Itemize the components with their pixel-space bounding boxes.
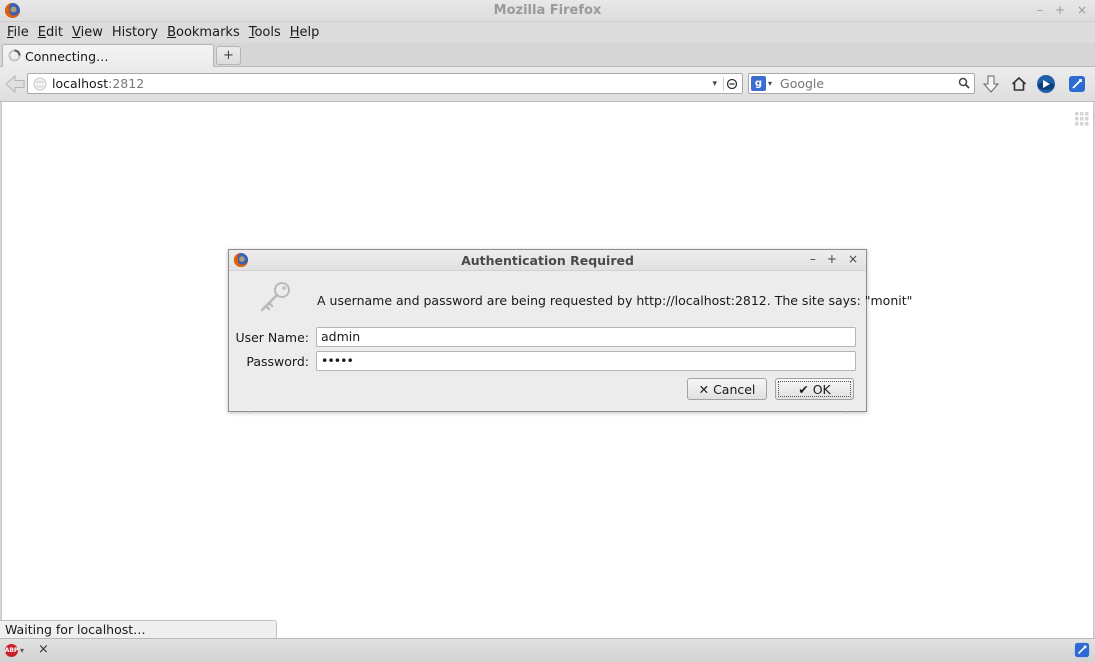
dialog-controls: – + × — [810, 252, 858, 266]
window-titlebar: Mozilla Firefox – + × — [0, 0, 1095, 22]
dialog-maximize-button[interactable]: + — [827, 252, 837, 266]
menu-tools[interactable]: Tools — [246, 25, 287, 40]
password-field[interactable]: ••••• — [316, 351, 856, 371]
close-button[interactable]: × — [1077, 3, 1087, 17]
site-identity-icon[interactable] — [33, 77, 47, 91]
cancel-button[interactable]: ✕ Cancel — [687, 378, 767, 400]
xmarks-icon — [1037, 75, 1055, 93]
username-label: User Name: — [235, 330, 309, 345]
dialog-minimize-button[interactable]: – — [810, 252, 816, 266]
adblock-icon: ABP — [5, 644, 18, 657]
addon-bar: ABP ▾ × — [0, 638, 1095, 662]
check-icon: ✔ — [798, 381, 809, 397]
tab-strip: Connecting… + — [0, 43, 1095, 68]
dialog-titlebar: Authentication Required – + × — [229, 250, 866, 271]
dialog-title: Authentication Required — [461, 253, 634, 268]
dialog-footer-edge — [249, 411, 847, 413]
ok-button[interactable]: ✔ OK — [775, 378, 854, 400]
dialog-message: A username and password are being reques… — [317, 293, 913, 308]
menu-history[interactable]: History — [109, 25, 164, 40]
sync-button[interactable] — [1067, 74, 1087, 94]
menu-bookmarks[interactable]: Bookmarks — [164, 25, 246, 40]
download-icon — [983, 75, 999, 93]
grid-icon[interactable] — [1075, 112, 1089, 130]
maximize-button[interactable]: + — [1055, 3, 1065, 17]
downloads-button[interactable] — [981, 74, 1001, 94]
minimize-button[interactable]: – — [1037, 3, 1043, 17]
menu-help[interactable]: Help — [287, 25, 326, 40]
auth-dialog: Authentication Required – + × A username… — [228, 249, 912, 413]
navigation-toolbar: localhost:2812 ▾ g ▾ — [0, 67, 1095, 102]
engine-dropdown-icon[interactable]: ▾ — [768, 79, 772, 88]
status-text: Waiting for localhost… — [0, 620, 277, 639]
addon-bar-close-button[interactable]: × — [38, 642, 49, 657]
xmarks-button[interactable] — [1036, 74, 1056, 94]
menu-file[interactable]: File — [4, 25, 35, 40]
search-go-button[interactable] — [958, 77, 970, 93]
search-input[interactable] — [780, 76, 951, 91]
adblock-button[interactable]: ABP ▾ — [5, 644, 24, 657]
adblock-dropdown-icon[interactable]: ▾ — [20, 646, 24, 655]
home-button[interactable] — [1009, 74, 1029, 94]
magnifier-icon — [958, 77, 970, 89]
url-text[interactable]: localhost:2812 — [52, 76, 712, 91]
menu-edit[interactable]: Edit — [35, 25, 69, 40]
sync-icon — [1074, 642, 1090, 658]
tab-label: Connecting… — [25, 49, 109, 64]
window-controls: – + × — [1037, 3, 1087, 17]
dialog-close-button[interactable]: × — [848, 252, 858, 266]
key-icon — [257, 280, 293, 318]
google-icon[interactable]: g — [751, 76, 766, 91]
window-title: Mozilla Firefox — [493, 3, 602, 18]
reload-icon — [726, 78, 738, 89]
back-arrow-icon — [5, 74, 25, 94]
x-icon: ✕ — [698, 381, 710, 397]
sync-icon — [1069, 76, 1085, 92]
tab-active[interactable]: Connecting… — [2, 44, 214, 68]
url-history-dropdown[interactable]: ▾ — [712, 79, 717, 89]
home-icon — [1011, 76, 1027, 91]
password-label: Password: — [246, 354, 309, 369]
loading-spinner-icon — [8, 49, 21, 65]
new-tab-button[interactable]: + — [216, 46, 241, 65]
menu-bar: File Edit View History Bookmarks Tools H… — [0, 22, 1095, 43]
reload-button[interactable] — [723, 76, 740, 91]
menu-view[interactable]: View — [69, 25, 109, 40]
back-button[interactable] — [4, 74, 26, 94]
username-field[interactable]: admin — [316, 327, 856, 347]
sync-status-button[interactable] — [1074, 642, 1090, 662]
search-bar[interactable]: g ▾ — [748, 73, 975, 94]
url-bar[interactable]: localhost:2812 ▾ — [27, 73, 743, 94]
